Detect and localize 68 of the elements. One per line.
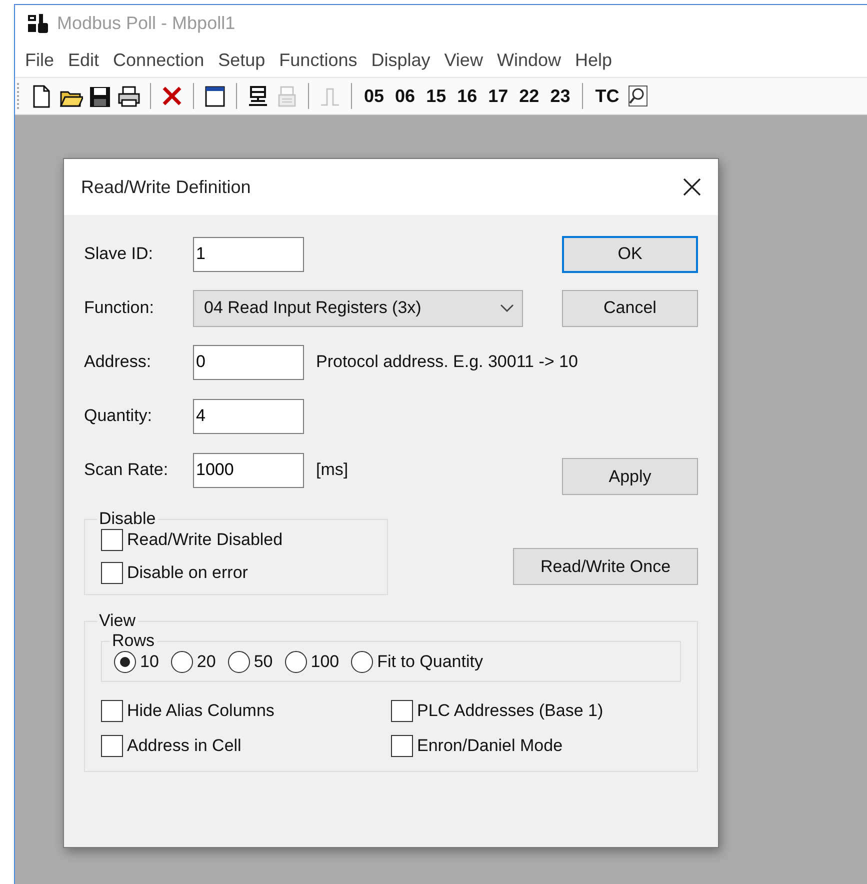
radio-label: Fit to Quantity bbox=[377, 652, 483, 672]
input-field[interactable]: 0 bbox=[193, 344, 304, 380]
printer-icon[interactable] bbox=[117, 84, 141, 108]
group-title: Rows bbox=[111, 631, 156, 651]
radio-label: 100 bbox=[310, 652, 340, 672]
menu-item[interactable]: Functions bbox=[273, 46, 366, 74]
radio-button[interactable] bbox=[228, 651, 250, 673]
checkbox-label: PLC Addresses (Base 1) bbox=[417, 701, 604, 721]
checkbox-label: Hide Alias Columns bbox=[127, 701, 274, 721]
checkbox[interactable] bbox=[101, 735, 123, 757]
radio-button[interactable] bbox=[114, 651, 136, 673]
menu-item[interactable]: Display bbox=[365, 46, 438, 74]
checkbox-label: Disable on error bbox=[127, 563, 248, 583]
group-title: View bbox=[98, 611, 137, 631]
hint-text: Protocol address. E.g. 30011 -> 10 bbox=[316, 352, 578, 372]
ok-button[interactable]: OK bbox=[562, 236, 698, 272]
input-field[interactable]: 4 bbox=[193, 398, 304, 434]
field-label: Slave ID: bbox=[84, 244, 154, 264]
checkbox-label: Read/Write Disabled bbox=[127, 530, 283, 550]
monitor-icon[interactable] bbox=[246, 84, 270, 108]
function-dropdown[interactable]: 04 Read Input Registers (3x) bbox=[193, 290, 523, 326]
field-label: Address: bbox=[84, 352, 152, 372]
chevron-down-icon bbox=[500, 303, 514, 313]
window-icon[interactable] bbox=[203, 84, 227, 108]
checkbox[interactable] bbox=[391, 700, 413, 722]
checkbox-label: Enron/Daniel Mode bbox=[417, 736, 563, 756]
radio-button[interactable] bbox=[351, 651, 374, 673]
field-label: Function: bbox=[84, 298, 155, 318]
toolbar-button[interactable]: 23 bbox=[547, 86, 574, 106]
radio-label: 50 bbox=[254, 652, 273, 672]
input-field[interactable]: 1 bbox=[193, 236, 304, 272]
close-icon[interactable] bbox=[682, 177, 702, 197]
radio-label: 10 bbox=[140, 652, 159, 672]
cancel-button[interactable]: Cancel bbox=[562, 290, 698, 326]
toolbar-button[interactable]: 22 bbox=[516, 86, 542, 106]
menu-item[interactable]: Window bbox=[490, 46, 569, 74]
checkbox[interactable] bbox=[391, 735, 413, 757]
toolbar-button[interactable]: 17 bbox=[485, 86, 512, 106]
unit-label: [ms] bbox=[316, 460, 348, 480]
menu-item[interactable]: File bbox=[19, 46, 62, 74]
radio-label: 20 bbox=[196, 652, 216, 672]
menu-item[interactable]: Edit bbox=[62, 46, 108, 74]
input-field[interactable]: 1000 bbox=[193, 452, 304, 488]
menu-item[interactable]: Connection bbox=[107, 46, 212, 74]
checkbox[interactable] bbox=[101, 562, 123, 584]
checkbox-label: Address in Cell bbox=[127, 736, 242, 756]
toolbar-button[interactable]: 06 bbox=[392, 86, 418, 106]
radio-button[interactable] bbox=[170, 651, 193, 673]
toolbar-button[interactable]: 16 bbox=[454, 86, 480, 106]
window-title: Modbus Poll - Mbpoll1 bbox=[57, 12, 236, 34]
menu-item[interactable]: Setup bbox=[212, 46, 274, 74]
checkbox[interactable] bbox=[101, 700, 123, 722]
toolbar-button[interactable]: 15 bbox=[423, 86, 450, 106]
cross-icon[interactable] bbox=[160, 84, 184, 108]
group-title: Disable bbox=[98, 509, 157, 529]
radio-button[interactable] bbox=[284, 651, 307, 673]
toolbar-button[interactable]: 05 bbox=[361, 86, 388, 106]
menu-item[interactable]: Help bbox=[568, 46, 620, 74]
apply-button[interactable]: Apply bbox=[562, 458, 698, 495]
field-label: Scan Rate: bbox=[84, 460, 170, 480]
field-label: Quantity: bbox=[84, 406, 154, 426]
app-icon bbox=[27, 12, 51, 34]
checkbox[interactable] bbox=[101, 529, 123, 551]
read-write-once-button[interactable]: Read/Write Once bbox=[513, 548, 698, 585]
menu-item[interactable]: View bbox=[438, 46, 491, 74]
dialog-title: Read/Write Definition bbox=[81, 176, 251, 198]
toolbar-button[interactable]: TC bbox=[592, 86, 622, 106]
dropdown-value: 04 Read Input Registers (3x) bbox=[204, 298, 422, 318]
